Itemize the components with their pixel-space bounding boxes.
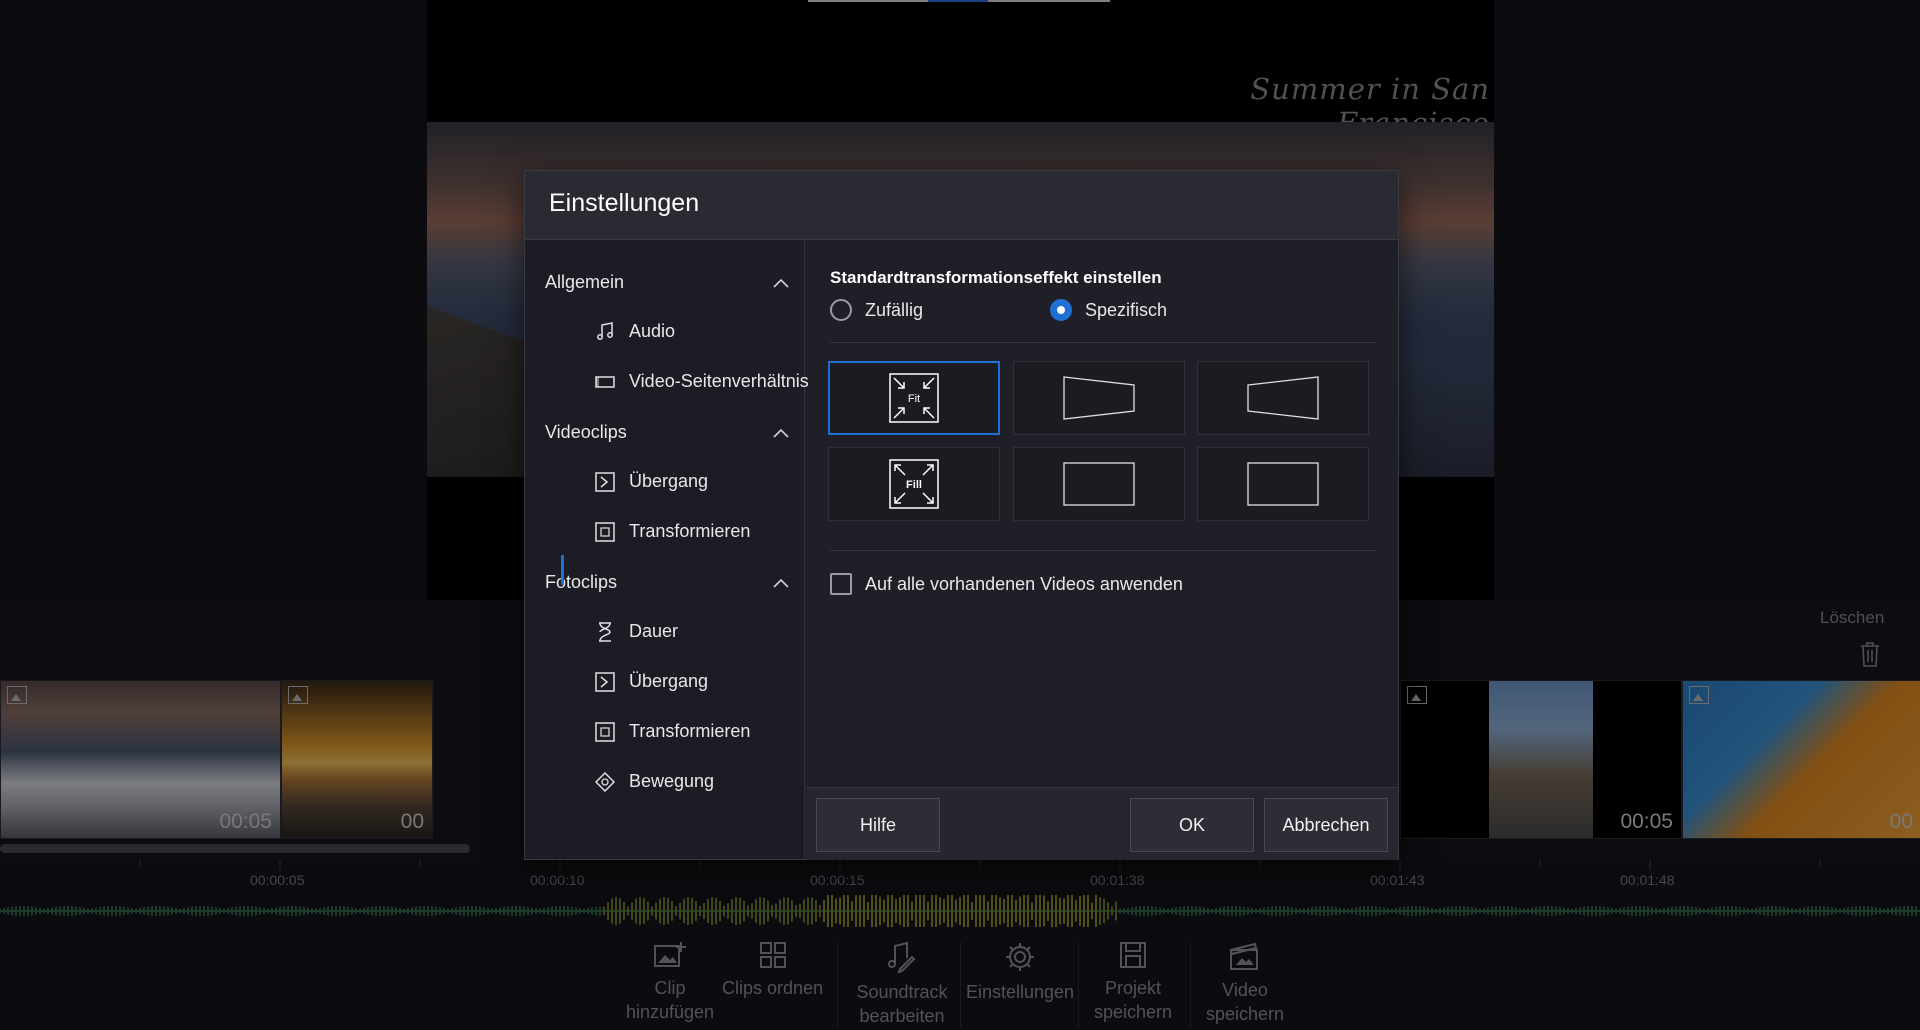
rectangle-icon [1063, 462, 1135, 506]
transform-tile-zoom-out[interactable] [1197, 447, 1369, 521]
nav-item-video-transition[interactable]: Übergang [565, 463, 795, 501]
fit-icon: Fit [889, 373, 939, 423]
cancel-button[interactable]: Abbrechen [1264, 798, 1388, 852]
divider [830, 342, 1376, 343]
nav-item-aspect-ratio[interactable]: Video-Seitenverhältnis [565, 363, 809, 401]
nav-item-label: Übergang [629, 671, 709, 691]
transition-icon [595, 672, 615, 692]
settings-content: Standardtransformationseffekt einstellen… [806, 240, 1398, 860]
nav-item-label: Transformieren [629, 521, 751, 541]
hourglass-icon [599, 622, 611, 642]
transform-icon [595, 722, 615, 742]
radio-circle [1050, 299, 1072, 321]
chevron-up-icon[interactable] [773, 578, 789, 588]
nav-item-label: Bewegung [629, 771, 715, 791]
nav-active-indicator [561, 555, 564, 585]
help-button[interactable]: Hilfe [816, 798, 940, 852]
nav-item-label: Dauer [629, 621, 679, 641]
nav-item-motion[interactable]: Bewegung [565, 763, 795, 801]
transform-tile-fit[interactable]: Fit [828, 361, 1000, 435]
nav-group-videoclips[interactable]: Videoclips [545, 422, 627, 443]
settings-dialog: Einstellungen Allgemein Audio Video-Seit… [524, 170, 1399, 860]
settings-nav: Allgemein Audio Video-Seitenverhältnis V… [525, 240, 809, 859]
tile-fit-label: Fit [908, 393, 920, 405]
nav-item-label: Transformieren [629, 721, 751, 741]
nav-item-label: Audio [629, 321, 676, 341]
transform-tile-zoom-in[interactable] [1013, 447, 1185, 521]
nav-group-photoclips[interactable]: Fotoclips [545, 572, 617, 593]
transform-icon [595, 522, 615, 542]
transform-tile-fill[interactable]: Fill [828, 447, 1000, 521]
radio-label: Spezifisch [1085, 300, 1168, 320]
dialog-header: Einstellungen [525, 171, 1398, 240]
nav-item-label: Video-Seitenverhältnis [629, 371, 809, 391]
nav-item-video-transform[interactable]: Transformieren [565, 513, 795, 551]
dialog-footer: Hilfe OK Abbrechen [806, 787, 1398, 860]
music-note-icon [597, 322, 613, 340]
aspect-ratio-icon [595, 376, 615, 388]
chevron-up-icon[interactable] [773, 428, 789, 438]
rectangle-icon [1247, 462, 1319, 506]
checkbox-label: Auf alle vorhandenen Videos anwenden [865, 574, 1183, 594]
chevron-up-icon[interactable] [773, 278, 789, 288]
transition-icon [595, 472, 615, 492]
ok-button[interactable]: OK [1130, 798, 1254, 852]
dialog-title: Einstellungen [549, 189, 700, 217]
fill-icon: Fill [889, 459, 939, 509]
radio-circle [830, 299, 852, 321]
nav-group-general[interactable]: Allgemein [545, 272, 624, 293]
transform-tile-perspective-right[interactable] [1197, 361, 1369, 435]
tile-fill-label: Fill [906, 479, 922, 491]
divider [830, 550, 1376, 551]
perspective-right-icon [1247, 376, 1319, 420]
motion-icon [595, 772, 615, 792]
nav-item-duration[interactable]: Dauer [565, 613, 795, 651]
section-title: Standardtransformationseffekt einstellen [830, 268, 1162, 287]
nav-item-photo-transform[interactable]: Transformieren [565, 713, 795, 751]
nav-item-photo-transition[interactable]: Übergang [565, 663, 795, 701]
checkbox-box [830, 573, 852, 595]
radio-label: Zufällig [865, 300, 924, 320]
transform-tile-perspective-left[interactable] [1013, 361, 1185, 435]
nav-item-audio[interactable]: Audio [565, 313, 795, 351]
perspective-left-icon [1063, 376, 1135, 420]
nav-item-label: Übergang [629, 471, 709, 491]
